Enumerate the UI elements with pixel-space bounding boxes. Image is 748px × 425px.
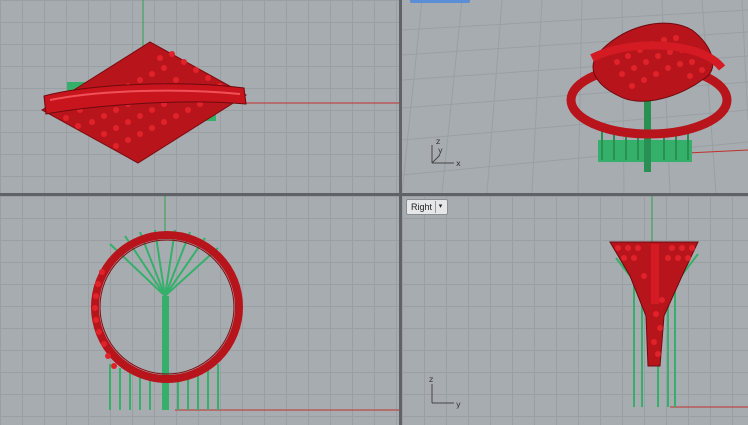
perspective-scene: x z y	[402, 0, 748, 193]
rhino-workspace: x z y y z Right ▾	[0, 0, 748, 425]
persp-x-label: x	[456, 159, 461, 168]
front-scene	[91, 196, 399, 411]
viewport-front[interactable]	[0, 196, 399, 425]
right-z-label: z	[429, 375, 433, 384]
viewport-tab-right[interactable]: Right ▾	[406, 199, 449, 215]
right-y-label: y	[456, 400, 461, 409]
viewport-name-label: Right	[411, 202, 433, 212]
persp-y-label: y	[438, 146, 443, 155]
right-band-strip	[651, 244, 659, 304]
persp-z-label: z	[436, 137, 440, 146]
top-left-scene	[41, 0, 399, 164]
viewport-right[interactable]: y z Right ▾	[402, 196, 748, 425]
right-axis-gizmo: y z	[429, 375, 461, 409]
viewport-top-left[interactable]	[0, 0, 399, 193]
right-scene: y z	[429, 196, 748, 409]
viewport-perspective[interactable]: x z y	[402, 0, 748, 193]
chevron-down-icon[interactable]: ▾	[435, 201, 445, 213]
viewport-tab-perspective[interactable]	[410, 0, 470, 3]
front-center-post	[162, 296, 169, 410]
